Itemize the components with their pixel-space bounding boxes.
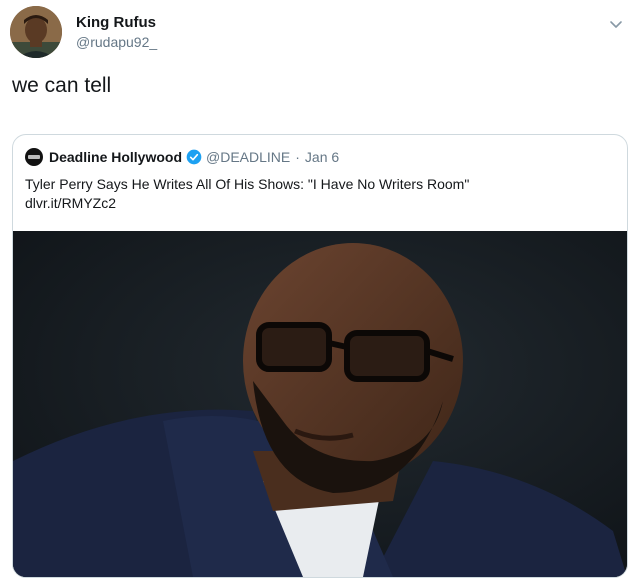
quoted-tweet-card[interactable]: Deadline Hollywood @DEADLINE · Jan 6 Tyl…	[12, 134, 628, 578]
quoted-tweet-body: Tyler Perry Says He Writes All Of His Sh…	[25, 176, 470, 192]
quoted-tweet-photo[interactable]	[13, 231, 627, 577]
handle[interactable]: @rudapu92_	[76, 34, 157, 50]
tweet-header: King Rufus @rudapu92_	[10, 6, 630, 62]
avatar-image	[10, 6, 62, 58]
author-block: King Rufus @rudapu92_	[76, 14, 157, 50]
quoted-handle[interactable]: @DEADLINE	[206, 149, 290, 165]
photo-illustration	[13, 231, 627, 577]
quoted-display-name[interactable]: Deadline Hollywood	[49, 149, 182, 165]
verified-badge-icon	[186, 149, 202, 165]
avatar[interactable]	[10, 6, 62, 58]
quoted-avatar[interactable]	[25, 148, 43, 166]
quoted-tweet-header: Deadline Hollywood @DEADLINE · Jan 6	[25, 147, 339, 167]
quoted-tweet-link[interactable]: dlvr.it/RMYZc2	[25, 194, 615, 213]
display-name[interactable]: King Rufus	[76, 14, 157, 31]
quoted-timestamp[interactable]: Jan 6	[305, 149, 339, 165]
chevron-down-icon[interactable]	[608, 16, 624, 32]
tweet-text: we can tell	[12, 74, 112, 97]
quoted-tweet-text: Tyler Perry Says He Writes All Of His Sh…	[25, 175, 615, 213]
separator-dot: ·	[295, 149, 300, 165]
